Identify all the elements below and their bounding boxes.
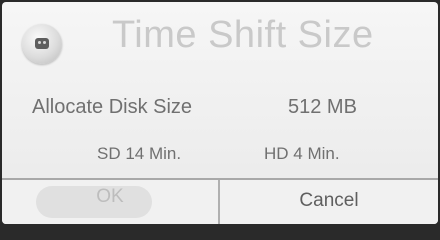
mascot-face (35, 38, 49, 49)
ok-button-label: OK (96, 186, 124, 207)
cancel-button-label: Cancel (299, 190, 359, 211)
allocate-disk-size-value[interactable]: 512 MB (288, 96, 357, 119)
dialog-button-bar: OK Cancel (2, 178, 438, 224)
time-shift-size-dialog: Time Shift Size Allocate Disk Size 512 M… (2, 2, 438, 224)
sd-duration-estimate: SD 14 Min. (97, 144, 182, 163)
dialog-title: Time Shift Size (112, 14, 374, 56)
allocate-disk-size-label: Allocate Disk Size (32, 96, 193, 118)
cancel-button[interactable]: Cancel (220, 180, 438, 224)
tv-mascot-icon (22, 24, 62, 64)
hd-duration-estimate: HD 4 Min. (264, 144, 340, 163)
ok-button[interactable]: OK (2, 180, 220, 224)
dialog-header: Time Shift Size (2, 2, 438, 80)
